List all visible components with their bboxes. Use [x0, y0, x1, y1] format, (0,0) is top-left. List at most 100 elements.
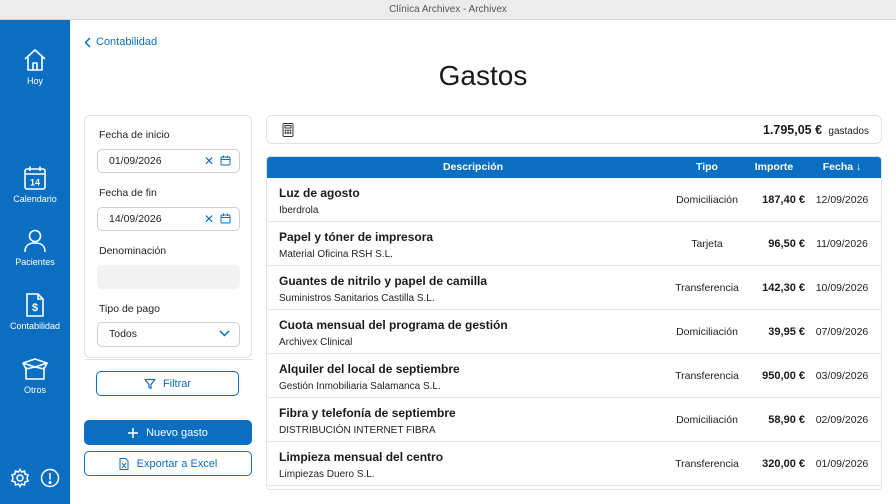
end-date-value: 14/09/2026	[109, 213, 162, 225]
payment-type-value: Todos	[109, 328, 138, 340]
sidebar-item-hoy[interactable]: Hoy	[0, 47, 70, 86]
svg-text:$: $	[32, 302, 38, 314]
sidebar-item-label: Pacientes	[15, 257, 55, 267]
denomination-label: Denominación	[99, 245, 167, 257]
panel-divider	[85, 359, 253, 360]
table-row[interactable]: Alquiler del local de septiembre Gestión…	[267, 354, 881, 398]
calendar-icon[interactable]	[220, 155, 231, 166]
start-date-field[interactable]: 01/09/2026 ✕	[97, 149, 240, 173]
row-date: 01/09/2026	[815, 458, 869, 470]
summary-total: 1.795,05 € gastados	[763, 123, 869, 137]
row-date: 07/09/2026	[815, 326, 869, 338]
end-date-field[interactable]: 14/09/2026 ✕	[97, 207, 240, 231]
row-description: Limpieza mensual del centro	[279, 450, 444, 464]
breadcrumb[interactable]: Contabilidad	[84, 36, 157, 48]
sidebar-bottom	[0, 468, 70, 492]
sidebar-item-contabilidad[interactable]: $ Contabilidad	[0, 292, 70, 331]
summary-bar: 1.795,05 € gastados	[266, 115, 882, 144]
filter-button[interactable]: Filtrar	[96, 371, 239, 396]
new-expense-label: Nuevo gasto	[146, 426, 208, 439]
sidebar-item-otros[interactable]: Otros	[0, 356, 70, 395]
column-header-importe[interactable]: Importe	[741, 157, 807, 178]
row-description: Luz de agosto	[279, 186, 360, 200]
end-date-label: Fecha de fin	[99, 187, 157, 199]
clear-icon[interactable]: ✕	[204, 150, 214, 172]
window-title: Clínica Archivex - Archivex	[0, 0, 896, 20]
svg-text:14: 14	[30, 178, 40, 188]
row-description: Papel y tóner de impresora	[279, 230, 434, 244]
row-date: 12/09/2026	[815, 194, 869, 206]
column-header-tipo[interactable]: Tipo	[667, 157, 747, 178]
new-expense-button[interactable]: Nuevo gasto	[84, 420, 252, 445]
export-excel-label: Exportar a Excel	[136, 457, 218, 470]
chevron-down-icon	[219, 330, 230, 337]
table-row[interactable]: Papel y tóner de impresora Material Ofic…	[267, 222, 881, 266]
table-row[interactable]: Guantes de nitrilo y papel de camilla Su…	[267, 266, 881, 310]
sidebar-item-label: Contabilidad	[9, 321, 61, 331]
export-excel-button[interactable]: Exportar a Excel	[84, 451, 252, 476]
alert-icon[interactable]	[40, 468, 60, 493]
row-type: Domiciliación	[676, 414, 738, 426]
row-type: Transferencia	[675, 282, 739, 294]
denomination-input[interactable]	[97, 265, 240, 289]
table-row[interactable]: Luz de agosto Iberdrola Domiciliación 18…	[267, 178, 881, 222]
home-icon	[24, 49, 46, 71]
open-box-icon	[22, 358, 48, 380]
sidebar-item-label: Hoy	[26, 76, 43, 86]
column-header-fecha[interactable]: Fecha ↓	[810, 157, 874, 178]
row-amount: 950,00 €	[762, 370, 805, 382]
row-date: 11/09/2026	[816, 238, 868, 250]
table-row[interactable]: Limpieza mensual del centro Limpiezas Du…	[267, 442, 881, 486]
invoice-dollar-icon: $	[26, 293, 44, 317]
row-type: Transferencia	[675, 370, 739, 382]
row-amount: 142,30 €	[762, 282, 805, 294]
funnel-icon	[144, 378, 156, 389]
row-description: Guantes de nitrilo y papel de camilla	[279, 274, 488, 288]
row-description: Alquiler del local de septiembre	[279, 362, 460, 376]
column-header-descripcion[interactable]: Descripción	[267, 157, 679, 178]
row-amount: 39,95 €	[768, 326, 805, 338]
calendar-icon[interactable]	[220, 213, 231, 224]
table-header: Descripción Tipo Importe Fecha ↓	[267, 157, 881, 178]
start-date-value: 01/09/2026	[109, 155, 162, 167]
row-supplier: Archivex Clinical	[279, 337, 353, 348]
page-title: Gastos	[438, 60, 528, 91]
sidebar-item-calendario[interactable]: 14 Calendario	[0, 165, 70, 204]
row-amount: 58,90 €	[768, 414, 805, 426]
row-date: 02/09/2026	[815, 414, 869, 426]
table-row[interactable]: Cuota mensual del programa de gestión Ar…	[267, 310, 881, 354]
row-date: 03/09/2026	[815, 370, 869, 382]
table-row[interactable]: Fibra y telefonía de septiembre DISTRIBU…	[267, 398, 881, 442]
payment-type-select[interactable]: Todos	[97, 322, 240, 347]
row-type: Domiciliación	[676, 194, 738, 206]
gear-icon[interactable]	[10, 468, 30, 493]
expenses-table: Descripción Tipo Importe Fecha ↓ Luz de …	[266, 156, 882, 490]
start-date-label: Fecha de inicio	[99, 129, 170, 141]
row-type: Domiciliación	[676, 326, 738, 338]
sidebar-item-label: Calendario	[13, 194, 57, 204]
clear-icon[interactable]: ✕	[204, 208, 214, 230]
row-supplier: Suministros Sanitarios Castilla S.L.	[279, 293, 435, 304]
sidebar-item-pacientes[interactable]: Pacientes	[0, 228, 70, 267]
chevron-left-icon	[84, 36, 91, 48]
calendar-icon: 14	[24, 166, 46, 190]
row-type: Tarjeta	[691, 238, 723, 250]
row-date: 10/09/2026	[815, 282, 869, 294]
payment-type-label: Tipo de pago	[99, 303, 160, 315]
main-content: Contabilidad Gastos Fecha de inicio 01/0…	[70, 20, 896, 504]
calculator-icon[interactable]	[282, 123, 294, 137]
row-supplier: Material Oficina RSH S.L.	[279, 249, 393, 260]
row-supplier: Iberdrola	[279, 205, 319, 216]
user-icon	[24, 229, 46, 253]
row-amount: 187,40 €	[762, 194, 805, 206]
breadcrumb-label: Contabilidad	[96, 36, 158, 48]
total-amount: 1.795,05 €	[762, 123, 823, 137]
row-supplier: Gestión Inmobiliaria Salamanca S.L.	[279, 381, 441, 392]
filter-panel: Fecha de inicio 01/09/2026 ✕ Fecha de fi…	[84, 115, 253, 360]
row-amount: 96,50 €	[768, 238, 805, 250]
row-supplier: Limpiezas Duero S.L.	[279, 469, 375, 480]
total-label: gastados	[828, 126, 869, 137]
filter-button-label: Filtrar	[162, 377, 192, 390]
sidebar: Hoy 14 Calendario Pacientes $ Contabilid…	[0, 20, 70, 504]
row-type: Transferencia	[675, 458, 739, 470]
